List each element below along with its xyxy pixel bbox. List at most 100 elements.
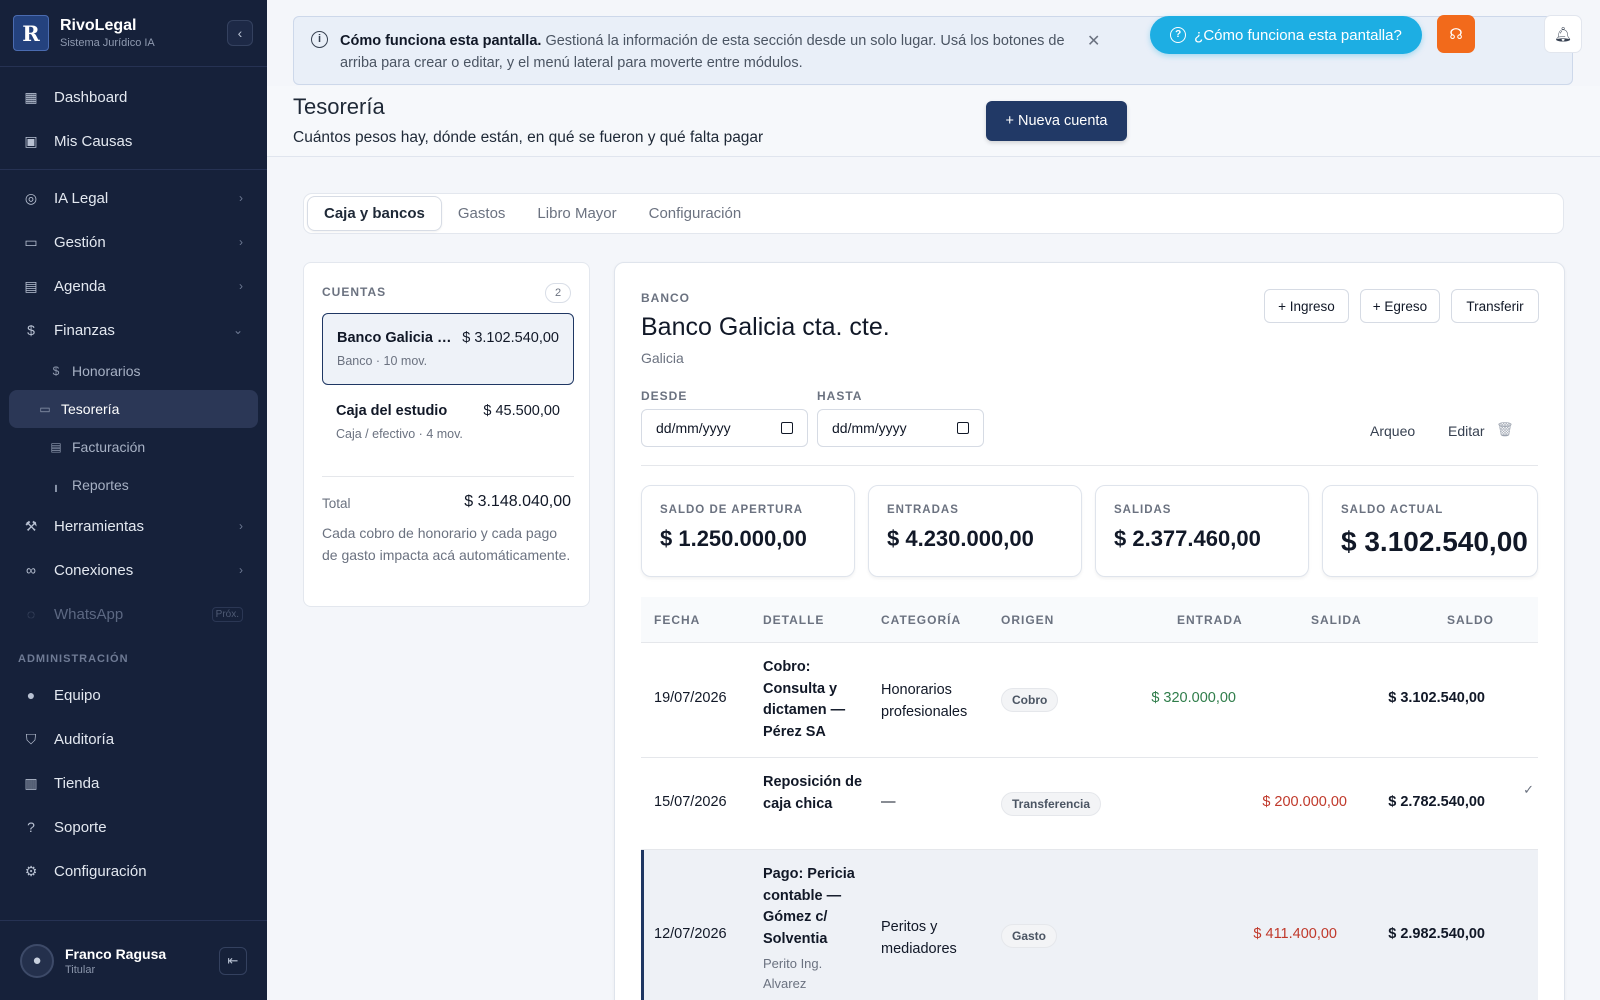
chevron-right-icon: › (239, 235, 243, 249)
app-name: RivoLegal (60, 17, 137, 34)
tab-gastos[interactable]: Gastos (442, 196, 522, 231)
origin-badge: Gasto (1001, 924, 1058, 948)
section-label-admin: ADMINISTRACIÓN (18, 653, 129, 665)
stat-label: SALIDAS (1114, 504, 1172, 516)
accounts-panel: CUENTAS 2 Banco Galicia cta. cte. $ 3.10… (303, 262, 590, 607)
stat-label: ENTRADAS (887, 504, 959, 516)
sidebar-item-gestion[interactable]: ▭ Gestión › (0, 220, 267, 264)
add-expense-button[interactable]: + Egreso (1360, 289, 1440, 323)
cell-detail-sub: Perito Ing. Alvarez (763, 956, 823, 991)
cell-detail: Pago: Pericia contable — Gómez c/ Solven… (763, 864, 863, 994)
sidebar-item-label: Soporte (54, 818, 107, 836)
question-icon: ? (1170, 27, 1187, 43)
support-button[interactable]: ☊ (1437, 15, 1475, 53)
table-row[interactable]: 12/07/2026 Pago: Pericia contable — Góme… (641, 850, 1538, 1000)
account-item-caja-del-estudio[interactable]: Caja del estudio $ 45.500,00 Caja / efec… (322, 387, 574, 459)
sidebar-item-configuracion[interactable]: ⚙ Configuración (0, 849, 267, 893)
chevron-down-icon: ⌄ (232, 323, 243, 337)
cell-category: Honorarios profesionales (881, 682, 968, 720)
sidebar-item-auditoria[interactable]: ⛉ Auditoría (0, 717, 267, 761)
account-item-banco-galicia[interactable]: Banco Galicia cta. cte. $ 3.102.540,00 B… (322, 313, 574, 385)
cell-date: 19/07/2026 (654, 690, 727, 706)
add-income-button[interactable]: + Ingreso (1264, 289, 1349, 323)
sidebar-item-equipo[interactable]: ● Equipo (0, 673, 267, 717)
wrench-icon: ⚒ (24, 517, 38, 534)
column-header: ENTRADA (1177, 613, 1243, 627)
collapse-sidebar-button[interactable]: ‹ (227, 20, 253, 46)
divider (641, 465, 1538, 466)
sidebar-item-facturacion[interactable]: ▤ Facturación (9, 428, 258, 466)
account-meta: Caja / efectivo · 4 mov. (336, 427, 463, 441)
cell-income: $ 320.000,00 (1151, 690, 1236, 706)
dollar-icon: $ (27, 322, 35, 338)
sidebar-item-agenda[interactable]: ▤ Agenda › (0, 264, 267, 308)
logout-button[interactable]: ⇤ (219, 947, 247, 975)
sidebar-item-label: Dashboard (54, 88, 128, 106)
sidebar-item-reportes[interactable]: ╻ Reportes (9, 466, 258, 504)
help-circle-icon: ? (27, 819, 35, 835)
tab-libro-mayor[interactable]: Libro Mayor (521, 196, 632, 231)
store-icon: ▥ (24, 774, 38, 791)
account-name: Caja del estudio (336, 403, 448, 419)
headset-icon: ☊ (1449, 26, 1463, 43)
sidebar-item-mis-causas[interactable]: ▣ Mis Causas (0, 119, 267, 163)
avatar[interactable]: ● (20, 943, 54, 978)
table-row[interactable]: 19/07/2026 Cobro: Consulta y dictamen — … (641, 643, 1538, 758)
total-label: Total (322, 496, 351, 511)
sidebar-item-herramientas[interactable]: ⚒ Herramientas › (0, 504, 267, 548)
account-amount: $ 45.500,00 (483, 403, 560, 419)
account-name: Banco Galicia cta. cte. (337, 330, 457, 346)
stat-label: SALDO DE APERTURA (660, 504, 804, 516)
account-meta: Banco · 10 mov. (337, 354, 428, 368)
to-date-input[interactable]: dd/mm/yyyy (817, 409, 984, 447)
sidebar-item-honorarios[interactable]: $ Honorarios (9, 352, 258, 390)
tab-caja-y-bancos[interactable]: Caja y bancos (307, 196, 442, 231)
arqueo-button[interactable]: Arqueo (1370, 423, 1415, 439)
sidebar: R RivoLegal Sistema Jurídico IA ‹ ▦ Dashb… (0, 0, 267, 1000)
notifications-button[interactable]: 🔔︎ (1544, 15, 1582, 53)
cell-category: Peritos y mediadores (881, 919, 957, 957)
sidebar-item-finanzas[interactable]: $ Finanzas ⌄ (0, 308, 267, 352)
briefcase-icon: ▣ (24, 132, 38, 149)
help-button[interactable]: ? ¿Cómo funciona esta pantalla? (1150, 16, 1422, 54)
sidebar-item-whatsapp: ◌ WhatsApp Próx. (0, 592, 267, 636)
suitcase-icon: ▭ (24, 233, 38, 250)
sidebar-item-label: Herramientas (54, 517, 145, 535)
gear-icon: ⚙ (24, 862, 38, 879)
sidebar-item-label: Auditoría (54, 730, 115, 748)
sidebar-item-tienda[interactable]: ▥ Tienda (0, 761, 267, 805)
column-header: ORIGEN (1001, 613, 1055, 627)
transfer-button[interactable]: Transferir (1451, 289, 1539, 323)
sidebar-item-conexiones[interactable]: ∞ Conexiones › (0, 548, 267, 592)
person-icon: ● (26, 687, 36, 703)
stat-current-balance: SALDO ACTUAL $ 3.102.540,00 (1322, 485, 1538, 577)
page-subtitle: Cuántos pesos hay, dónde están, en qué s… (293, 129, 764, 146)
accounts-header: CUENTAS (322, 285, 387, 299)
accounts-count-badge: 2 (545, 283, 571, 303)
table-row[interactable]: 15/07/2026 Reposición de caja chica — Tr… (641, 758, 1538, 850)
calendar-icon (957, 422, 969, 434)
new-account-button[interactable]: + Nueva cuenta (986, 101, 1127, 141)
trash-icon[interactable]: 🗑︎ (1496, 421, 1514, 438)
sidebar-item-dashboard[interactable]: ▦ Dashboard (0, 75, 267, 119)
stat-value: $ 3.102.540,00 (1341, 526, 1528, 557)
edit-button[interactable]: Editar (1448, 423, 1485, 439)
sidebar-item-soporte[interactable]: ? Soporte (0, 805, 267, 849)
divider (0, 169, 267, 170)
app-logo: R (13, 15, 49, 51)
close-icon[interactable]: ✕ (1087, 31, 1100, 51)
stat-opening-balance: SALDO DE APERTURA $ 1.250.000,00 (641, 485, 855, 577)
dollar-icon: $ (52, 364, 60, 378)
chevron-right-icon: › (239, 519, 243, 533)
sidebar-item-ia-legal[interactable]: ◎ IA Legal › (0, 176, 267, 220)
grid-icon: ▦ (24, 88, 38, 105)
cell-date: 12/07/2026 (654, 926, 727, 942)
from-date-input[interactable]: dd/mm/yyyy (641, 409, 808, 447)
calendar-icon: ▤ (24, 277, 38, 294)
sidebar-item-label: Finanzas (54, 321, 115, 339)
sidebar-item-tesoreria[interactable]: ▭ Tesorería (9, 390, 258, 428)
chevron-right-icon: › (239, 563, 243, 577)
column-header: SALDO (1447, 613, 1494, 627)
origin-badge: Transferencia (1001, 792, 1102, 816)
tab-configuracion[interactable]: Configuración (633, 196, 758, 231)
